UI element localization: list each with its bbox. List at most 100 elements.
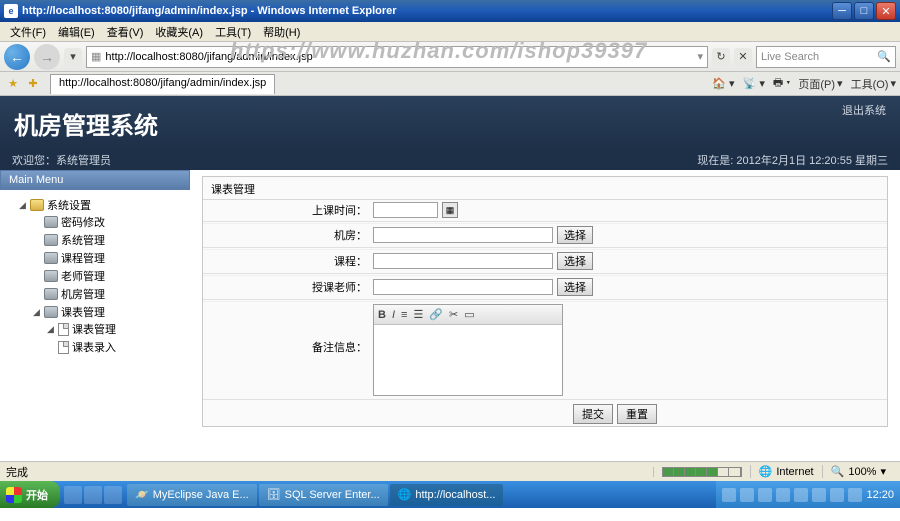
browser-tab[interactable]: http://localhost:8080/jifang/admin/index… — [50, 74, 275, 94]
task-sqlserver[interactable]: 🗄 SQL Server Enter... — [259, 484, 388, 506]
row-time: 上课时间： ▦ — [203, 199, 887, 220]
tree-item-teacher[interactable]: 老师管理 — [32, 268, 186, 284]
input-teacher[interactable] — [373, 279, 553, 295]
task-ie[interactable]: 🌐 http://localhost... — [390, 484, 504, 506]
tray-clock[interactable]: 12:20 — [866, 489, 894, 501]
stop-button[interactable]: ✕ — [734, 48, 752, 66]
menu-help[interactable]: 帮助(H) — [257, 22, 306, 42]
tree-item-room[interactable]: 机房管理 — [32, 286, 186, 302]
panel-title: 课表管理 — [203, 179, 887, 199]
submit-button[interactable]: 提交 — [573, 404, 613, 424]
search-box[interactable]: Live Search 🔍 — [756, 46, 896, 68]
nav-tree: ◢ 系统设置 密码修改 系统管理 课程管理 老师管理 机房管理 ◢课表管理 — [0, 190, 190, 364]
tray-icon[interactable] — [812, 488, 826, 502]
file-icon — [58, 341, 69, 354]
favorites-star-icon[interactable]: ★ — [4, 75, 22, 93]
minimize-button[interactable]: ─ — [832, 2, 852, 20]
address-bar[interactable]: ▦ ▾ — [86, 46, 708, 68]
ql-media-icon[interactable] — [104, 486, 122, 504]
address-dropdown-icon[interactable]: ▾ — [697, 50, 703, 63]
input-time[interactable] — [373, 202, 438, 218]
row-teacher: 授课老师： 选择 — [203, 275, 887, 298]
progress-indicator — [662, 467, 742, 477]
tray-icon[interactable] — [794, 488, 808, 502]
ordered-list-button[interactable]: ≡ — [401, 309, 407, 321]
folder-icon — [44, 288, 58, 300]
expand-icon[interactable]: ◢ — [46, 325, 55, 334]
now-prefix: 现在是: — [697, 155, 733, 167]
folder-icon — [44, 252, 58, 264]
input-room[interactable] — [373, 227, 553, 243]
tree-item-sched-mgmt[interactable]: ◢课表管理 — [46, 321, 186, 337]
tree-item-course[interactable]: 课程管理 — [32, 250, 186, 266]
page-icon: ▦ — [91, 50, 101, 63]
italic-button[interactable]: I — [392, 309, 395, 321]
image-button[interactable]: ▭ — [464, 308, 474, 321]
feeds-button[interactable]: 📡 ▾ — [743, 77, 765, 90]
bold-button[interactable]: B — [378, 309, 386, 321]
ql-ie-icon[interactable] — [64, 486, 82, 504]
unlink-button[interactable]: ✂ — [449, 308, 458, 321]
zone-indicator[interactable]: 🌐 Internet — [750, 465, 822, 478]
tray-icon[interactable] — [740, 488, 754, 502]
folder-icon — [44, 270, 58, 282]
menu-tools[interactable]: 工具(T) — [209, 22, 257, 42]
tools-menu[interactable]: 工具(O) ▾ — [851, 76, 896, 92]
tree-item-pwd[interactable]: 密码修改 — [32, 214, 186, 230]
tray-icon[interactable] — [758, 488, 772, 502]
editor-body[interactable] — [374, 325, 562, 395]
ql-desktop-icon[interactable] — [84, 486, 102, 504]
tree-item-schedule[interactable]: ◢课表管理 — [32, 304, 186, 320]
label-remark: 备注信息： — [203, 304, 373, 355]
row-course: 课程： 选择 — [203, 249, 887, 272]
menu-edit[interactable]: 编辑(E) — [52, 22, 101, 42]
collapse-icon[interactable]: ◢ — [32, 308, 41, 317]
maximize-button[interactable]: □ — [854, 2, 874, 20]
address-input[interactable] — [105, 48, 697, 66]
folder-icon — [30, 199, 44, 211]
page-menu[interactable]: 页面(P) ▾ — [798, 76, 842, 92]
forward-button[interactable]: → — [34, 44, 60, 70]
label-teacher: 授课老师： — [203, 279, 373, 295]
tray-icon[interactable] — [722, 488, 736, 502]
ie-icon: e — [4, 4, 18, 18]
quick-launch — [60, 486, 126, 504]
start-button[interactable]: 开始 — [0, 481, 60, 508]
input-course[interactable] — [373, 253, 553, 269]
tray-icon[interactable] — [776, 488, 790, 502]
rich-editor: B I ≡ ☰ 🔗 ✂ ▭ — [373, 304, 563, 396]
tray-icon[interactable] — [848, 488, 862, 502]
link-button[interactable]: 🔗 — [429, 308, 443, 321]
back-button[interactable]: ← — [4, 44, 30, 70]
select-course-button[interactable]: 选择 — [557, 252, 593, 270]
reset-button[interactable]: 重置 — [617, 404, 657, 424]
select-teacher-button[interactable]: 选择 — [557, 278, 593, 296]
start-label: 开始 — [26, 487, 48, 503]
refresh-button[interactable]: ↻ — [712, 48, 730, 66]
tabbar: ★ ✚ http://localhost:8080/jifang/admin/i… — [0, 72, 900, 96]
zoom-indicator[interactable]: 🔍 100% ▾ — [822, 465, 894, 478]
calendar-icon[interactable]: ▦ — [442, 202, 458, 218]
home-button[interactable]: 🏠 ▾ — [712, 77, 734, 90]
menu-view[interactable]: 查看(V) — [101, 22, 150, 42]
nav-dropdown[interactable]: ▾ — [64, 48, 82, 66]
navbar: ← → ▾ ▦ ▾ ↻ ✕ Live Search 🔍 — [0, 42, 900, 72]
logout-link[interactable]: 退出系统 — [842, 102, 886, 118]
select-room-button[interactable]: 选择 — [557, 226, 593, 244]
add-favorite-icon[interactable]: ✚ — [24, 75, 42, 93]
window-titlebar: e http://localhost:8080/jifang/admin/ind… — [0, 0, 900, 22]
search-icon[interactable]: 🔍 — [877, 50, 891, 63]
tree-item-sys[interactable]: 系统管理 — [32, 232, 186, 248]
close-button[interactable]: ✕ — [876, 2, 896, 20]
folder-icon — [44, 234, 58, 246]
action-row: 提交 重置 — [203, 404, 887, 424]
tree-root[interactable]: ◢ 系统设置 — [18, 197, 186, 213]
tray-icon[interactable] — [830, 488, 844, 502]
menu-favorites[interactable]: 收藏夹(A) — [149, 22, 209, 42]
print-button[interactable]: 🖶 ▾ — [773, 74, 791, 93]
task-myeclipse[interactable]: 🪐 MyEclipse Java E... — [127, 484, 257, 506]
menu-file[interactable]: 文件(F) — [4, 22, 52, 42]
collapse-icon[interactable]: ◢ — [18, 201, 27, 210]
tree-item-sched-import[interactable]: 课表录入 — [46, 339, 186, 355]
unordered-list-button[interactable]: ☰ — [413, 308, 423, 321]
